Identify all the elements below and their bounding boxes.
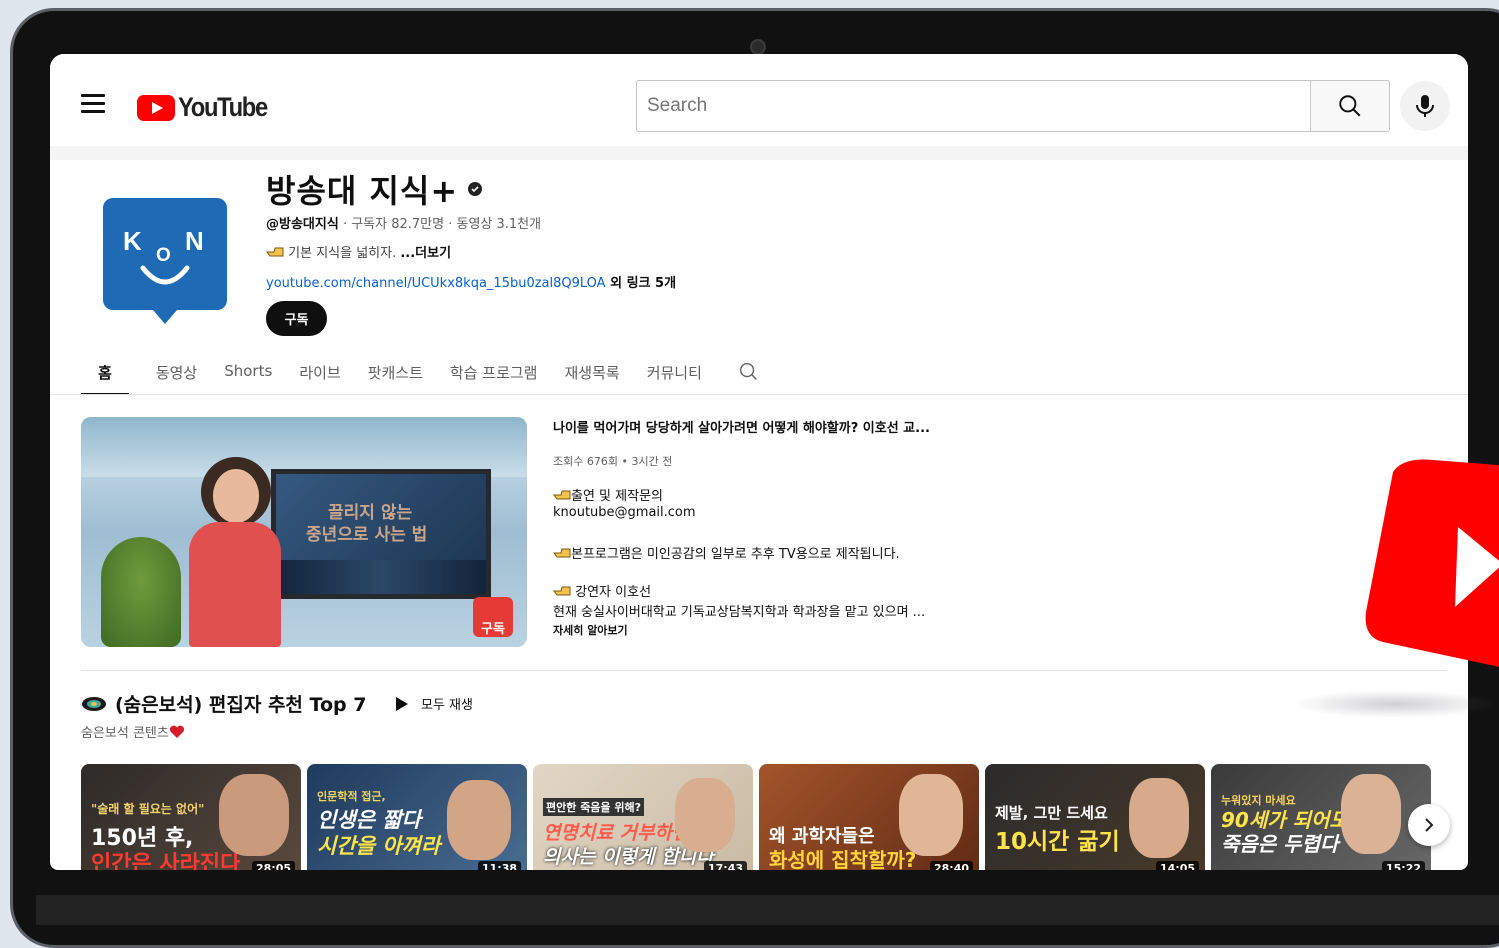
pointing-hand-icon [553,548,571,558]
featured-desc-line: 강연자 이호선 [553,581,651,600]
thumb-sky [81,417,527,477]
tv-title-line2: 중년으로 사는 법 [306,525,428,545]
channel-name: 방송대 지식+ [266,166,483,212]
featured-desc-line: 출연 및 제작문의 [553,485,663,504]
deco-shadow [1290,690,1499,718]
tab-shorts[interactable]: Shorts [224,354,272,394]
video-card[interactable]: 누워있지 마세요 90세가 되어도 죽음은 두렵다 15:22 [1211,764,1431,870]
channel-handle: @방송대지식 [266,217,339,232]
verified-icon [468,182,483,196]
section-title[interactable]: (숨은보석) 편집자 추천 Top 7 [81,690,366,717]
video-duration: 14:05 [1155,861,1199,870]
pointing-hand-icon [553,490,571,500]
channel-stats: · 구독자 82.7만명 · 동영상 3.1천개 [338,217,542,232]
featured-desc-line: 현재 숭실사이버대학교 기독교상담복지학과 학과장을 맡고 있으며 ... [553,605,926,620]
chevron-right-icon [1425,818,1434,832]
search-bar [636,80,1390,132]
shelf-next-button[interactable] [1408,804,1450,846]
webcam [750,39,766,55]
featured-desc-line: 본프로그램은 미인공감의 일부로 추후 TV용으로 제작됩니다. [553,543,900,562]
video-duration: 28:40 [929,861,973,870]
featured-read-more[interactable]: 자세히 알아보기 [553,622,628,638]
gem-icon [82,696,106,711]
video-card[interactable]: "술래 할 필요는 없어" 150년 후, 인간은 사라진다 28:05 [81,764,301,870]
subscribe-button[interactable]: 구독 [266,301,327,336]
video-card[interactable]: 인문학적 접근, 인생은 짧다 시간을 아껴라 11:38 [307,764,527,870]
play-icon [396,696,408,711]
section-title-text: (숨은보석) 편집자 추천 Top 7 [115,694,367,716]
pointing-hand-icon [553,586,571,596]
featured-video-thumbnail[interactable]: 끌리지 않는 중년으로 사는 법 구독 [81,417,527,647]
menu-icon[interactable] [81,94,105,114]
channel-meta: @방송대지식 · 구독자 82.7만명 · 동영상 3.1천개 [266,213,541,232]
video-card[interactable]: 제발, 그만 드세요 10시간 굶기 14:05 [985,764,1205,870]
play-all-label: 모두 재생 [421,698,473,713]
voice-search-button[interactable] [1400,81,1450,131]
channel-description[interactable]: 기본 지식을 넓히자. ...더보기 [266,242,451,261]
avatar-letter-k: K [123,226,142,256]
video-card[interactable]: 왜 과학자들은 화성에 집착할까? 28:40 [759,764,979,870]
section-divider [81,670,1446,671]
tab-courses[interactable]: 학습 프로그램 [450,354,538,394]
tab-videos[interactable]: 동영상 [156,354,197,394]
search-button[interactable] [1310,80,1390,132]
avatar-letter-n: N [185,226,204,256]
masthead-divider [50,146,1468,160]
pointing-hand-icon [266,247,284,257]
tab-home[interactable]: 홈 [81,354,129,395]
channel-avatar[interactable]: K O N [103,198,227,326]
heart-icon [169,725,184,738]
logo-text: YouTube [178,92,268,122]
video-card[interactable]: 편안한 죽음을 위해? 연명치료 거부하면 의사는 이렇게 합니다 17:43 [533,764,753,870]
avatar-letter-o: O [156,245,171,266]
video-duration: 11:38 [477,861,521,870]
channel-search-icon[interactable] [737,354,759,394]
tab-playlists[interactable]: 재생목록 [564,354,619,394]
section-subtitle: 숨은보석 콘텐츠 [81,722,185,741]
tv-screen: 끌리지 않는 중년으로 사는 법 [271,469,491,599]
youtube-play-icon [137,94,175,121]
play-all-button[interactable]: 모두 재생 [396,694,473,713]
youtube-3d-logo-icon [1365,459,1499,667]
featured-video-stats: 조회수 676회 • 3시간 전 [553,455,673,468]
description-more[interactable]: ...더보기 [400,246,451,261]
channel-links: youtube.com/channel/UCUkx8kqa_15bu0zal8Q… [266,272,676,291]
more-links[interactable]: 외 링크 5개 [606,276,676,291]
laptop-bezel-bottom [36,895,1499,925]
microphone-icon [1416,95,1434,117]
masthead: YouTube [50,54,1468,146]
video-duration: 15:22 [1381,861,1425,870]
tab-live[interactable]: 라이브 [299,354,340,394]
channel-url-link[interactable]: youtube.com/channel/UCUkx8kqa_15bu0zal8Q… [266,276,606,291]
search-input[interactable] [636,80,1310,132]
youtube-logo[interactable]: YouTube [137,92,279,123]
speaker-face [213,469,259,523]
tabs-divider [50,394,1468,395]
subscribe-badge: 구독 [473,597,513,637]
tab-podcasts[interactable]: 팟캐스트 [368,354,423,394]
plant-image [101,537,181,647]
description-text: 기본 지식을 넓히자. [288,246,401,261]
featured-desc-email: knoutube@gmail.com [553,505,696,520]
browser-screen: YouTube K O N 방송대 지식+ @방송대지식 · 구독자 82.7만… [50,54,1468,870]
video-duration: 28:05 [251,861,295,870]
channel-name-text: 방송대 지식+ [266,172,459,210]
speaker-jacket [189,522,281,647]
video-duration: 17:43 [703,861,747,870]
search-icon [1339,95,1361,117]
tab-community[interactable]: 커뮤니티 [647,354,702,394]
channel-tabs: 홈 동영상 Shorts 라이브 팟캐스트 학습 프로그램 재생목록 커뮤니티 [81,354,759,395]
video-shelf: "술래 할 필요는 없어" 150년 후, 인간은 사라진다 28:05 인문학… [81,764,1437,870]
featured-video-title[interactable]: 나이를 먹어가며 당당하게 살아가려면 어떻게 해야할까? 이호선 교... [553,417,930,436]
